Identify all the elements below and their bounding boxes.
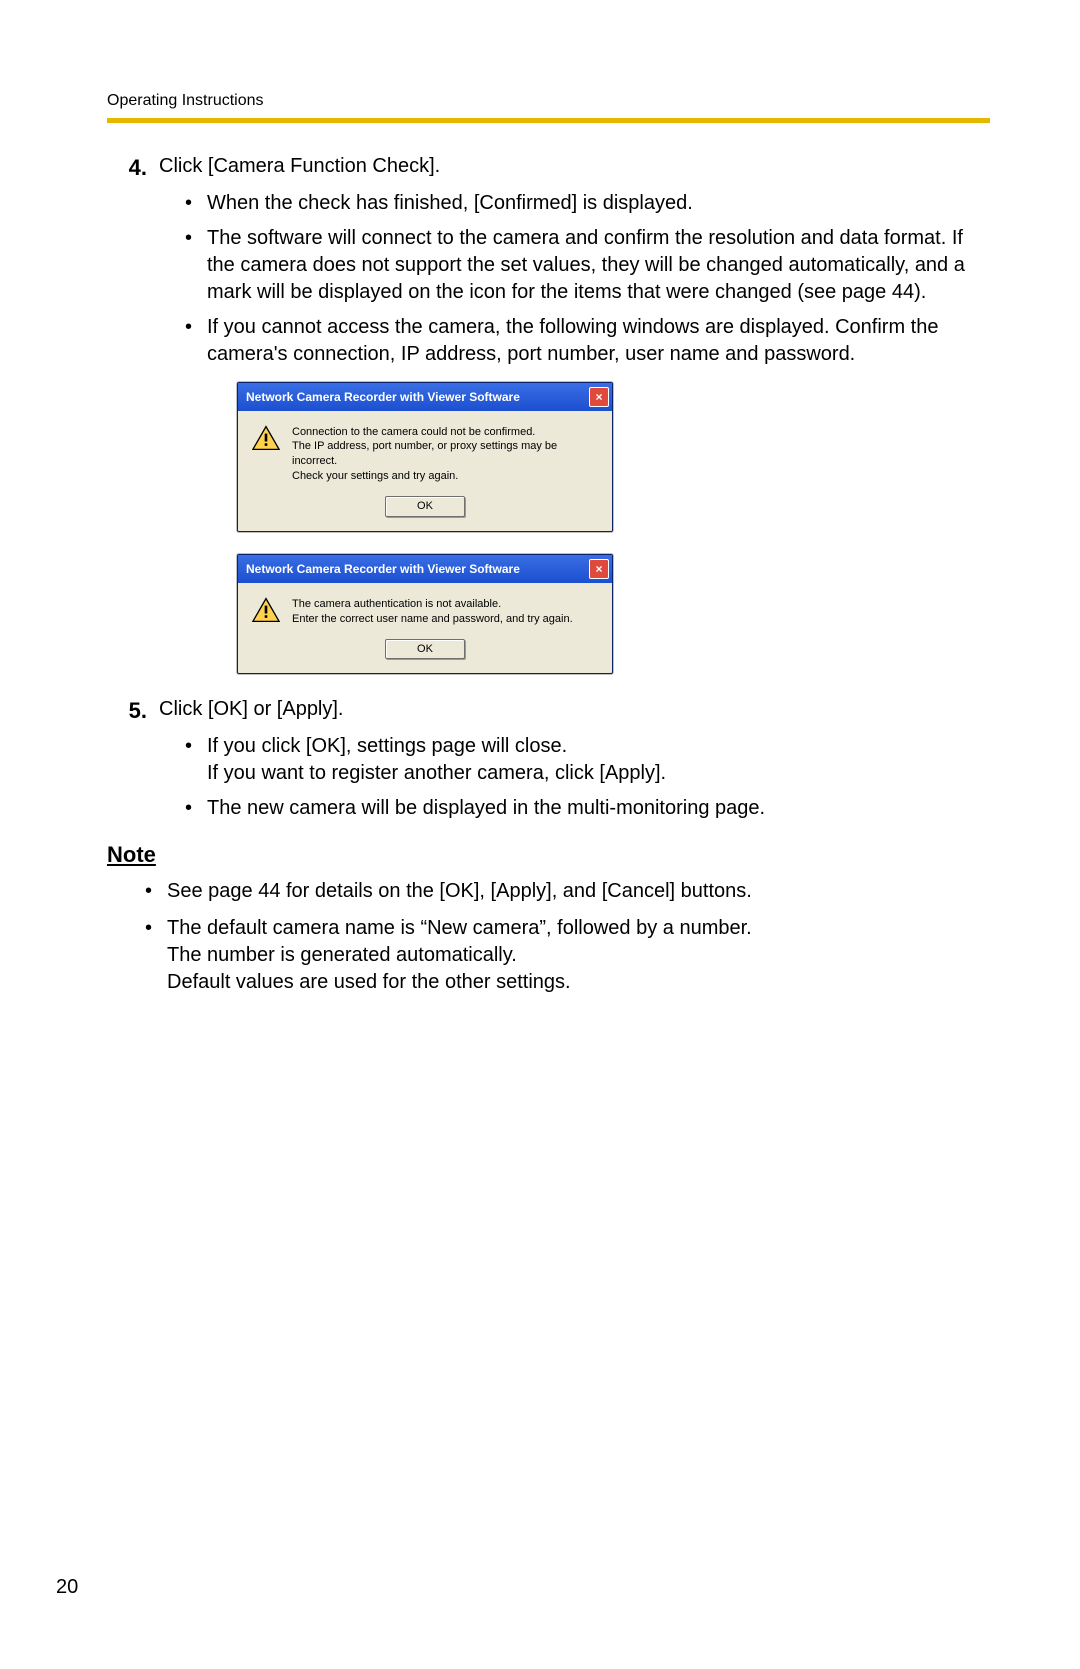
close-icon[interactable]: × [589,387,609,407]
note-heading: Note [107,840,990,870]
ok-button[interactable]: OK [385,496,465,517]
step-4-bullets: When the check has finished, [Confirmed]… [185,190,990,368]
dialog-button-row: OK [238,633,612,674]
dialog-title: Network Camera Recorder with Viewer Soft… [246,561,589,577]
page-number: 20 [56,1574,78,1601]
step-4: 4. Click [Camera Function Check]. When t… [107,153,990,675]
dialog-button-row: OK [238,490,612,531]
step-5: 5. Click [OK] or [Apply]. If you click [… [107,696,990,822]
warning-icon [252,425,280,451]
dialog-message: Connection to the camera could not be co… [292,425,598,484]
step-lead: Click [Camera Function Check]. [159,153,990,180]
bullet: If you cannot access the camera, the fol… [185,314,990,368]
step-5-bullets: If you click [OK], settings page will cl… [185,733,990,822]
dialog-body: Connection to the camera could not be co… [238,411,612,490]
step-number: 5. [107,696,147,726]
bullet: The new camera will be displayed in the … [185,795,990,822]
manual-page: Operating Instructions 4. Click [Camera … [107,90,990,1006]
bullet: When the check has finished, [Confirmed]… [185,190,990,217]
ok-button[interactable]: OK [385,639,465,660]
dialog-titlebar: Network Camera Recorder with Viewer Soft… [238,383,612,411]
error-dialogs: Network Camera Recorder with Viewer Soft… [237,382,990,675]
bullet: The default camera name is “New camera”,… [145,915,990,996]
steps-list: 4. Click [Camera Function Check]. When t… [107,153,990,823]
dialog-title: Network Camera Recorder with Viewer Soft… [246,389,589,405]
step-lead: Click [OK] or [Apply]. [159,696,990,723]
header-rule [107,118,990,123]
header-section: Operating Instructions [107,90,990,112]
dialog-body: The camera authentication is not availab… [238,583,612,633]
error-dialog-connection: Network Camera Recorder with Viewer Soft… [237,382,613,532]
bullet: See page 44 for details on the [OK], [Ap… [145,878,990,905]
dialog-message: The camera authentication is not availab… [292,597,573,627]
note-bullets: See page 44 for details on the [OK], [Ap… [145,878,990,996]
close-icon[interactable]: × [589,559,609,579]
dialog-titlebar: Network Camera Recorder with Viewer Soft… [238,555,612,583]
bullet: The software will connect to the camera … [185,225,990,306]
warning-icon [252,597,280,623]
step-number: 4. [107,153,147,183]
bullet: If you click [OK], settings page will cl… [185,733,990,787]
error-dialog-auth: Network Camera Recorder with Viewer Soft… [237,554,613,675]
